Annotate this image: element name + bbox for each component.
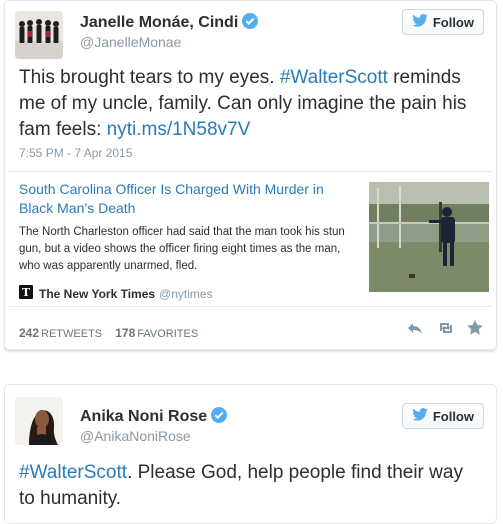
reply-icon[interactable] (406, 319, 424, 337)
verified-badge-icon (242, 13, 259, 34)
hashtag-link[interactable]: #WalterScott (19, 462, 127, 483)
display-name[interactable]: Anika Noni Rose (80, 407, 228, 428)
link-preview-title[interactable]: South Carolina Officer Is Charged With M… (19, 180, 349, 218)
tweet-text: #WalterScott. Please God, help people fi… (19, 460, 482, 512)
hashtag-link[interactable]: #WalterScott (280, 67, 388, 88)
tweet-card: Janelle Monáe, Cindi @JanelleMonae Follo… (4, 0, 497, 350)
twitter-bird-icon (412, 14, 428, 30)
link-preview-card[interactable]: South Carolina Officer Is Charged With M… (9, 171, 492, 307)
follow-label: Follow (432, 14, 474, 30)
tweet-text-part: This brought tears to my eyes. (19, 67, 280, 88)
follow-button[interactable]: Follow (401, 9, 484, 35)
link-preview-source[interactable]: T The New York Times @nytimes (19, 285, 213, 302)
avatar[interactable] (15, 11, 63, 59)
verified-badge-icon (211, 407, 228, 428)
favorite-star-icon[interactable] (466, 319, 484, 337)
retweets-label[interactable]: RETWEETS (41, 328, 102, 340)
svg-text:T: T (22, 286, 31, 299)
nyt-logo-icon: T (19, 285, 33, 302)
favorites-label[interactable]: FAVORITES (137, 328, 198, 340)
retweet-icon[interactable] (436, 319, 454, 337)
url-link[interactable]: nyti.ms/1N58v7V (107, 119, 251, 140)
avatar[interactable] (15, 397, 63, 445)
tweet-card: Anika Noni Rose @AnikaNoniRose Follow #W… (4, 384, 497, 524)
display-name-text[interactable]: Janelle Monáe, Cindi (80, 14, 238, 31)
tweet-stats: 242 RETWEETS 178 FAVORITES (19, 326, 208, 340)
tweet-actions (406, 319, 484, 337)
tweet-text: This brought tears to my eyes. #WalterSc… (19, 65, 482, 143)
display-name[interactable]: Janelle Monáe, Cindi (80, 13, 259, 34)
source-handle[interactable]: @nytimes (159, 287, 213, 301)
tweet-timestamp[interactable]: 7:55 PM - 7 Apr 2015 (19, 146, 132, 160)
user-handle[interactable]: @AnikaNoniRose (80, 428, 191, 444)
follow-button[interactable]: Follow (401, 403, 484, 429)
link-preview-description: The North Charleston officer had said th… (19, 226, 345, 272)
display-name-text[interactable]: Anika Noni Rose (80, 408, 207, 425)
follow-label: Follow (432, 408, 474, 424)
twitter-bird-icon (412, 408, 428, 424)
link-preview-image[interactable] (369, 182, 489, 292)
source-name: The New York Times (39, 286, 156, 301)
favorites-count[interactable]: 178 (115, 326, 135, 340)
user-handle[interactable]: @JanelleMonae (80, 34, 181, 50)
retweets-count[interactable]: 242 (19, 326, 39, 340)
